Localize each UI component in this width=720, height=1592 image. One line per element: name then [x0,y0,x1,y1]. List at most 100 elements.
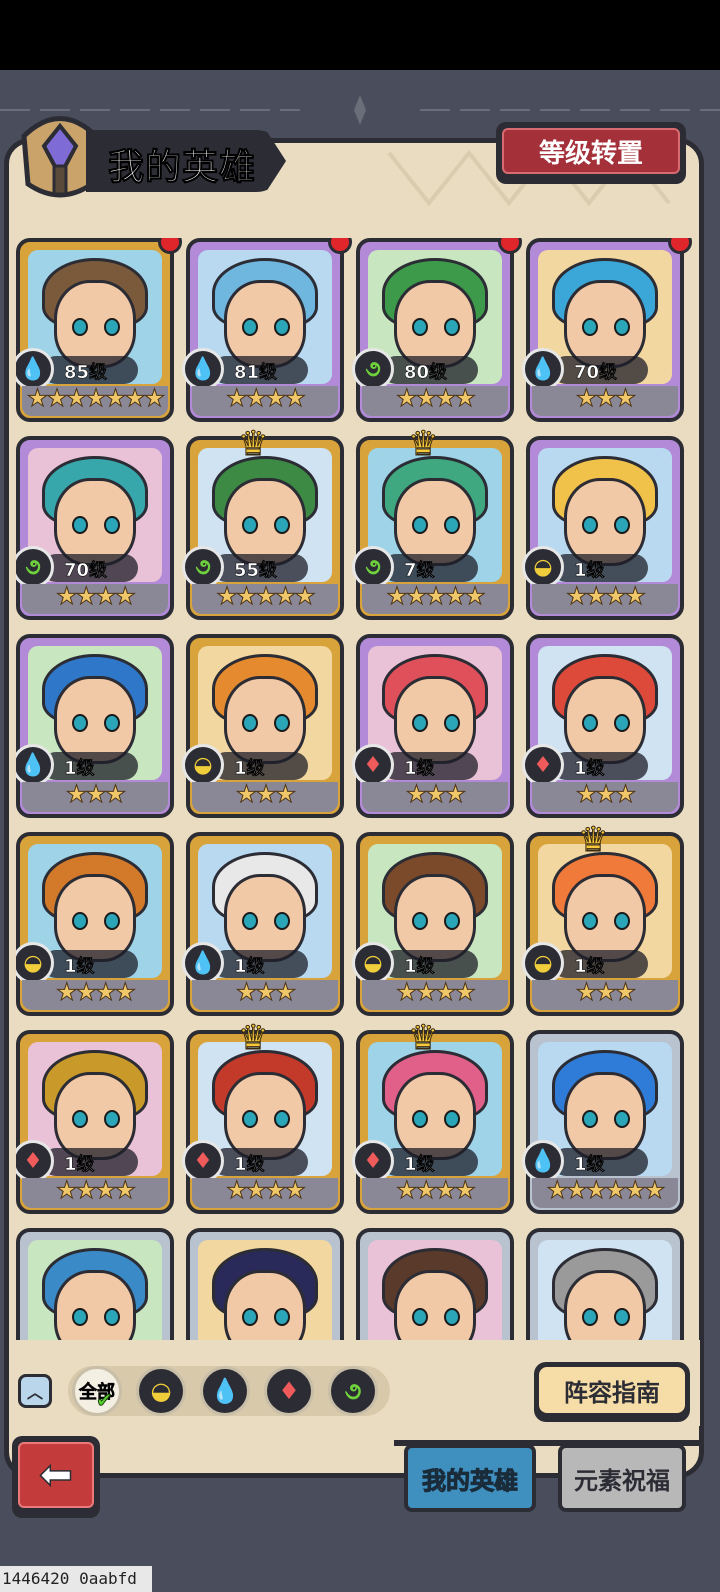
star-rating: ★★★ [575,384,637,413]
hero-face [394,478,476,566]
hero-face [564,1270,646,1340]
hero-face [394,1072,476,1160]
hero-card[interactable]: 1级 💧 ★★★★★★ [522,1030,684,1214]
hero-portrait [538,1240,672,1340]
hero-level: 70级 [64,560,108,582]
hero-card[interactable]: 1级 ◒ ★★★ [182,634,344,818]
hero-level: 1级 [574,758,605,780]
hero-eye [104,1308,120,1326]
crown-icon: ♛ [577,820,609,861]
hero-card[interactable]: 1级 ♦ ★★★ [522,634,684,818]
hero-card[interactable]: 1级 ◒ ★★★★ [16,832,174,1016]
hero-card[interactable]: 1级 💧 ★★★ [182,832,344,1016]
hero-eye [412,1110,428,1128]
hero-card[interactable]: 1级 💧 ★★★ [16,634,174,818]
hero-card[interactable]: 1级 ♦ ★★★★ ♛ [352,1018,514,1214]
hero-eye [614,318,630,336]
hero-eye [412,714,428,732]
star-rating: ★★★★ [395,384,476,413]
hero-eye [72,516,88,534]
hero-level: 1级 [574,1154,605,1176]
hero-eye [412,318,428,336]
hero-eye [614,516,630,534]
hero-eye [274,714,290,732]
check-icon: ✔ [96,1388,114,1413]
hero-card[interactable]: 1级 ♦ ★★★★ ♛ [182,1018,344,1214]
hero-face [564,280,646,368]
crown-icon: ♛ [237,424,269,465]
hero-eye [274,318,290,336]
hero-face [224,676,306,764]
hero-eye [72,912,88,930]
hero-card[interactable] [16,1228,174,1340]
hero-level: 70级 [574,362,618,384]
hero-face [54,1270,136,1340]
hero-eye [104,318,120,336]
hero-grid: 85级 💧 ★★★★★★★ 81级 💧 ★★★★ 80级 ૭ ★★★★ 70级 💧 ★★★ 70级 ૭ ★★… [16,238,696,1340]
hero-card[interactable] [526,1228,684,1340]
tab-my-heroes[interactable]: 我的英雄 [404,1444,536,1512]
hero-card-frame [186,1228,344,1340]
hero-card[interactable]: 85级 💧 ★★★★★★★ [16,238,182,422]
star-rating: ★★★ [235,780,297,809]
hero-level: 7级 [404,560,435,582]
hero-card[interactable]: 80级 ૭ ★★★★ [352,238,522,422]
hero-card[interactable]: 81级 💧 ★★★★ [182,238,352,422]
hero-eye [582,318,598,336]
hero-eye [444,1110,460,1128]
lineup-guide-button[interactable]: 阵容指南 [534,1362,690,1422]
hero-eye [614,1308,630,1326]
fire-filter-icon[interactable]: ♦ [264,1366,314,1416]
hero-eye [242,912,258,930]
star-rating: ★★★ [405,780,467,809]
star-rating: ★★★★ [565,582,646,611]
hero-face [564,676,646,764]
hero-card[interactable]: 7级 ૭ ★★★★★ ♛ [352,424,514,620]
star-rating: ★★★ [575,978,637,1007]
hero-portrait [198,1240,332,1340]
hero-face [224,874,306,962]
hero-card[interactable] [356,1228,514,1340]
star-rating: ★★★★★★ [546,1176,666,1205]
hero-card[interactable]: 70级 ૭ ★★★★ [16,436,174,620]
hero-level: 1级 [234,758,265,780]
wood-filter-icon[interactable]: ૭ [328,1366,378,1416]
hero-face [564,1072,646,1160]
hero-card[interactable]: 1级 ◒ ★★★★ [352,832,514,1016]
level-transfer-button[interactable]: 等级转置 [496,122,686,184]
hero-card[interactable]: 55级 ૭ ★★★★★ ♛ [182,424,344,620]
hero-face [54,1072,136,1160]
hero-face [54,280,136,368]
water-filter-icon[interactable]: 💧 [200,1366,250,1416]
hero-eye [274,1110,290,1128]
hero-card[interactable] [186,1228,344,1340]
hero-card[interactable]: 1级 ♦ ★★★ [352,634,514,818]
hero-level: 1级 [64,1154,95,1176]
hero-eye [72,318,88,336]
hero-eye [614,1110,630,1128]
back-button[interactable]: ⬅ [12,1436,100,1518]
tab-element-blessing[interactable]: 元素祝福 [558,1444,686,1512]
hero-eye [242,1308,258,1326]
hero-face [224,478,306,566]
hero-eye [242,1110,258,1128]
star-rating: ★★★★★ [386,582,487,611]
hero-card[interactable]: 70级 💧 ★★★ [522,238,692,422]
hero-face [224,1270,306,1340]
hero-eye [274,1308,290,1326]
hero-eye [444,714,460,732]
page-title: 我的英雄 [107,147,257,189]
star-rating: ★★★★ [55,978,136,1007]
collapse-toggle-button[interactable]: ︿ [18,1374,52,1408]
hero-card[interactable]: 1级 ♦ ★★★★ [16,1030,174,1214]
hero-eye [582,1308,598,1326]
build-id-text: 1446420 0aabfd [0,1566,152,1592]
hero-card[interactable]: 1级 ◒ ★★★ ♛ [522,820,684,1016]
hero-card[interactable]: 1级 ◒ ★★★★ [522,436,684,620]
star-rating: ★★★ [235,978,297,1007]
hero-eye [444,1308,460,1326]
hero-eye [412,516,428,534]
earth-filter-icon[interactable]: ◒ [136,1366,186,1416]
hero-eye [104,912,120,930]
hero-level: 1级 [404,758,435,780]
